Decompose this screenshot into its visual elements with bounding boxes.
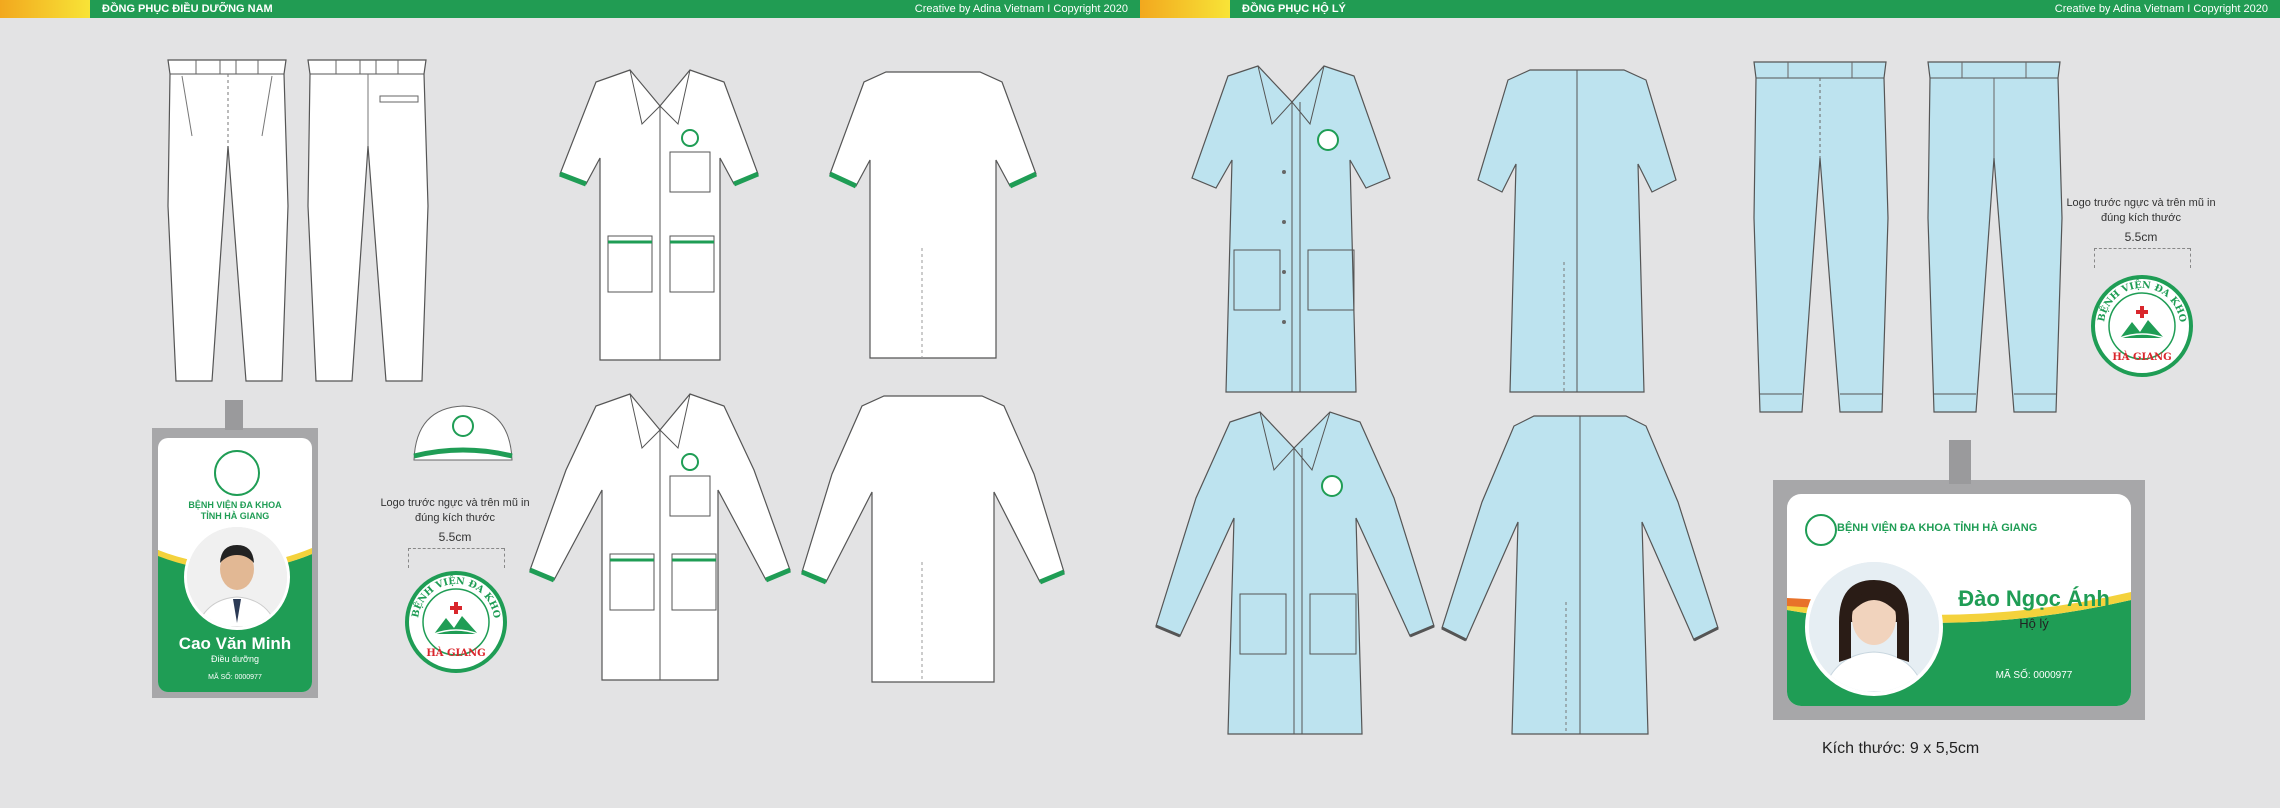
blue-trousers-front xyxy=(1748,58,1892,418)
badge-person-name: Đào Ngọc Ánh xyxy=(1958,586,2110,611)
logo-size-label: 5.5cm xyxy=(2124,230,2158,244)
badge-clip xyxy=(225,400,243,430)
badge-person-code: MÃ SỐ: 0000977 xyxy=(208,674,262,681)
badge-person-role: Điều dưỡng xyxy=(211,654,259,664)
logo-note: Logo trước ngực và trên mũ in đúng kích … xyxy=(2066,196,2216,226)
avatar xyxy=(1805,558,1943,696)
dimension-tick xyxy=(2190,248,2191,268)
white-long-coat-front xyxy=(526,390,794,686)
badge-card: BỆNH VIỆN ĐA KHOA TỈNH HÀ GIANG Cao Văn … xyxy=(158,438,312,692)
badge-person-name: Cao Văn Minh xyxy=(178,634,292,653)
header-bar: ĐỒNG PHỤC HỘ LÝ Creative by Adina Vietna… xyxy=(1230,0,2280,18)
avatar xyxy=(184,524,290,630)
logo-note-line: Logo trước ngực và trên mũ in xyxy=(380,497,530,509)
dimension-line xyxy=(2094,248,2190,249)
white-short-coat-back xyxy=(826,68,1040,364)
header-stripe xyxy=(0,0,90,18)
header-credit: Creative by Adina Vietnam I Copyright 20… xyxy=(914,3,1128,15)
logo-note-line: đúng kích thước xyxy=(2100,212,2181,224)
hospital-seal-logo: BỆNH VIỆN ĐA KHOA TỈNH HÀ GIANG xyxy=(2085,264,2194,383)
dimension-line xyxy=(408,548,504,549)
white-cap xyxy=(410,400,516,474)
header-title: ĐỒNG PHỤC HỘ LÝ xyxy=(1242,3,1346,15)
blue-trousers-back xyxy=(1922,58,2066,418)
dimension-tick xyxy=(504,548,505,568)
header-bar: ĐỒNG PHỤC ĐIỀU DƯỠNG NAM Creative by Adi… xyxy=(90,0,1140,18)
white-long-coat-back xyxy=(798,392,1068,686)
logo-size-label: 5.5cm xyxy=(438,530,472,544)
badge-logo-icon xyxy=(1805,514,1837,546)
header-credit: Creative by Adina Vietnam I Copyright 20… xyxy=(2054,3,2268,15)
badge-person-code: MÃ SỐ: 0000977 xyxy=(1995,670,2073,681)
logo-note: Logo trước ngực và trên mũ in đúng kích … xyxy=(380,496,530,526)
horizontal-id-badge: BỆNH VIỆN ĐA KHOA TỈNH HÀ GIANG Đào Ngọc… xyxy=(1773,440,2145,720)
white-trousers-back xyxy=(302,56,432,386)
hospital-seal-logo: BỆNH VIỆN ĐA KHOA TỈNH HÀ GIANG xyxy=(399,560,508,679)
logo-note-line: Logo trước ngực và trên mũ in xyxy=(2066,197,2216,209)
blue-long-dress-front xyxy=(1152,408,1438,740)
badge-size-label: Kích thước: 9 x 5,5cm xyxy=(1822,740,1980,757)
seal-bottom-text: HÀ GIANG xyxy=(2112,351,2171,363)
dimension-tick xyxy=(408,548,409,568)
blue-short-dress-back xyxy=(1474,66,1680,398)
blue-short-dress-front xyxy=(1188,62,1394,398)
dimension-tick xyxy=(2094,248,2095,268)
header-title: ĐỒNG PHỤC ĐIỀU DƯỠNG NAM xyxy=(102,3,273,15)
badge-hospital-name: BỆNH VIỆN ĐA KHOA TỈNH HÀ GIANG xyxy=(1837,522,2038,534)
badge-hospital-name: BỆNH VIỆN ĐA KHOA TỈNH HÀ GIANG xyxy=(158,500,312,522)
badge-card: BỆNH VIỆN ĐA KHOA TỈNH HÀ GIANG Đào Ngọc… xyxy=(1787,494,2131,706)
white-trousers-front xyxy=(162,56,292,386)
badge-clip xyxy=(1949,440,1971,484)
header-stripe xyxy=(1140,0,1230,18)
header-right: ĐỒNG PHỤC HỘ LÝ Creative by Adina Vietna… xyxy=(1140,0,2280,18)
white-short-coat-front xyxy=(556,66,762,366)
badge-person-role: Hộ lý xyxy=(2019,616,2049,631)
header-left: ĐỒNG PHỤC ĐIỀU DƯỠNG NAM Creative by Adi… xyxy=(0,0,1140,18)
vertical-id-badge: BỆNH VIỆN ĐA KHOA TỈNH HÀ GIANG Cao Văn … xyxy=(152,400,318,698)
badge-hospital-line: TỈNH HÀ GIANG xyxy=(200,511,270,521)
logo-note-line: đúng kích thước xyxy=(414,512,495,524)
seal-bottom-text: HÀ GIANG xyxy=(426,647,485,659)
badge-logo-icon xyxy=(214,450,260,496)
badge-hospital-line: BỆNH VIỆN ĐA KHOA xyxy=(188,500,282,510)
blue-long-dress-back xyxy=(1438,412,1722,740)
